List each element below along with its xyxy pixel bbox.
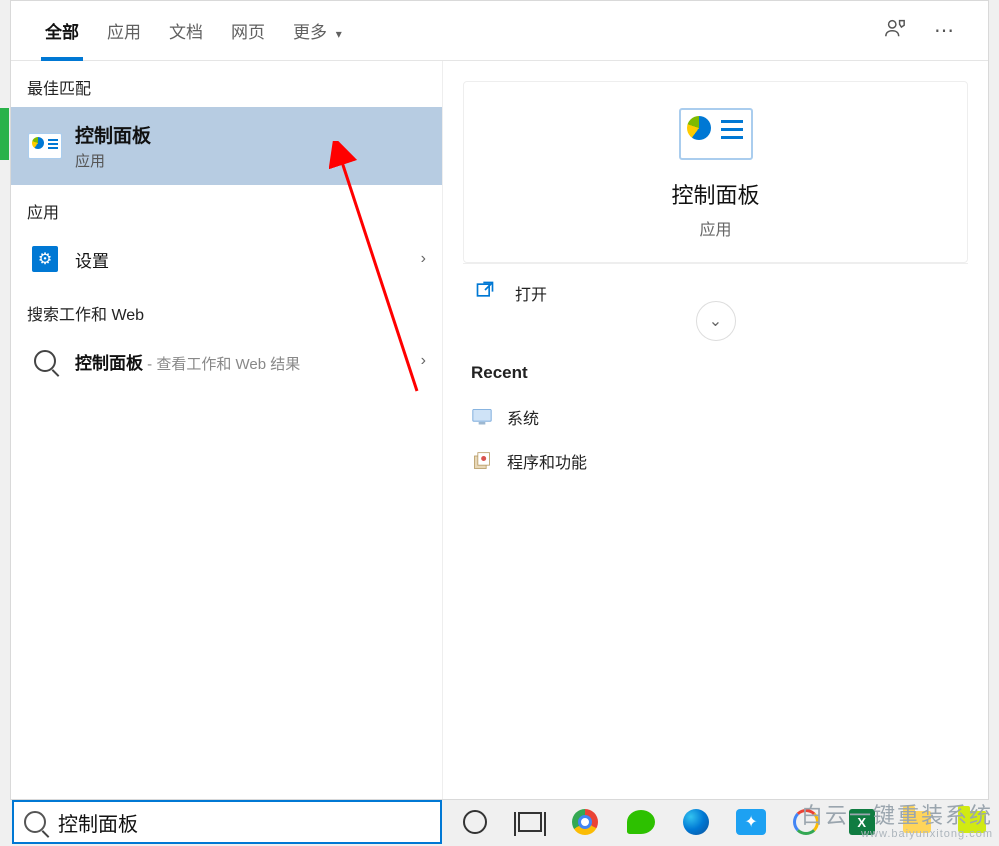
section-search-web: 搜索工作和 Web (11, 287, 442, 333)
result-title: 控制面板 (75, 121, 426, 148)
tab-more[interactable]: 更多 ▾ (279, 0, 356, 61)
edge-app[interactable] (679, 805, 712, 839)
monitor-icon (471, 406, 493, 428)
recent-header: Recent (463, 341, 968, 395)
cortana-button[interactable] (458, 805, 491, 839)
web-result-suffix: - 查看工作和 Web 结果 (143, 356, 300, 373)
result-title: 设置 (75, 247, 421, 272)
section-best-match: 最佳匹配 (11, 61, 442, 107)
search-icon (27, 343, 63, 379)
web-result-prefix: 控制面板 (75, 354, 143, 373)
chevron-right-icon: › (421, 352, 426, 370)
result-title: 控制面板 - 查看工作和 Web 结果 (75, 349, 421, 374)
tab-apps[interactable]: 应用 (93, 0, 155, 61)
search-input[interactable] (58, 811, 430, 834)
result-subtitle: 应用 (75, 150, 426, 171)
result-web-search[interactable]: 控制面板 - 查看工作和 Web 结果 › (11, 333, 442, 389)
tab-web[interactable]: 网页 (217, 0, 279, 61)
excel-app[interactable]: X (845, 805, 878, 839)
open-icon (475, 280, 499, 305)
recent-system[interactable]: 系统 (463, 395, 968, 439)
taskbar: ✦ X (448, 798, 999, 846)
filter-tabs: 全部 应用 文档 网页 更多 ▾ ⋯ (11, 1, 988, 61)
expand-toggle[interactable]: ⌄ (463, 321, 968, 341)
recent-programs[interactable]: 程序和功能 (463, 439, 968, 483)
result-control-panel[interactable]: 控制面板 应用 (11, 107, 442, 185)
search-panel: 全部 应用 文档 网页 更多 ▾ ⋯ 最佳匹配 控制面板 应用 应用 ⚙ (10, 0, 989, 800)
action-open-label: 打开 (515, 281, 547, 305)
chrome-app[interactable] (569, 805, 602, 839)
decorative-strip (0, 108, 9, 160)
programs-icon (471, 450, 493, 472)
gear-icon: ⚙ (27, 241, 63, 277)
more-options-icon[interactable]: ⋯ (920, 8, 968, 53)
tab-docs[interactable]: 文档 (155, 0, 217, 61)
tab-more-label: 更多 (293, 23, 327, 42)
preview-subtitle: 应用 (699, 216, 731, 240)
preview-title: 控制面板 (671, 178, 759, 210)
wechat-app[interactable] (624, 805, 657, 839)
preview-pane: 控制面板 应用 打开 ⌄ Recent 系统 (443, 61, 988, 799)
chevron-down-icon: ▾ (336, 27, 342, 41)
feedback-icon[interactable] (870, 7, 920, 55)
recent-label: 程序和功能 (507, 449, 587, 473)
folder-app[interactable] (900, 805, 933, 839)
search-input-container[interactable] (12, 800, 442, 844)
preview-card: 控制面板 应用 (463, 81, 968, 263)
google-app[interactable] (790, 805, 823, 839)
search-icon (24, 811, 46, 833)
chevron-down-icon: ⌄ (709, 311, 722, 331)
result-settings[interactable]: ⚙ 设置 › (11, 231, 442, 287)
recent-label: 系统 (507, 405, 539, 429)
task-view-button[interactable] (513, 805, 546, 839)
results-list: 最佳匹配 控制面板 应用 应用 ⚙ 设置 › 搜索工作和 Web (11, 61, 443, 799)
control-panel-icon (679, 108, 753, 160)
folder-app-2[interactable] (956, 805, 989, 839)
section-apps: 应用 (11, 185, 442, 231)
twitter-app[interactable]: ✦ (734, 805, 767, 839)
control-panel-icon (27, 128, 63, 164)
tab-all[interactable]: 全部 (31, 0, 93, 61)
chevron-right-icon: › (421, 250, 426, 268)
